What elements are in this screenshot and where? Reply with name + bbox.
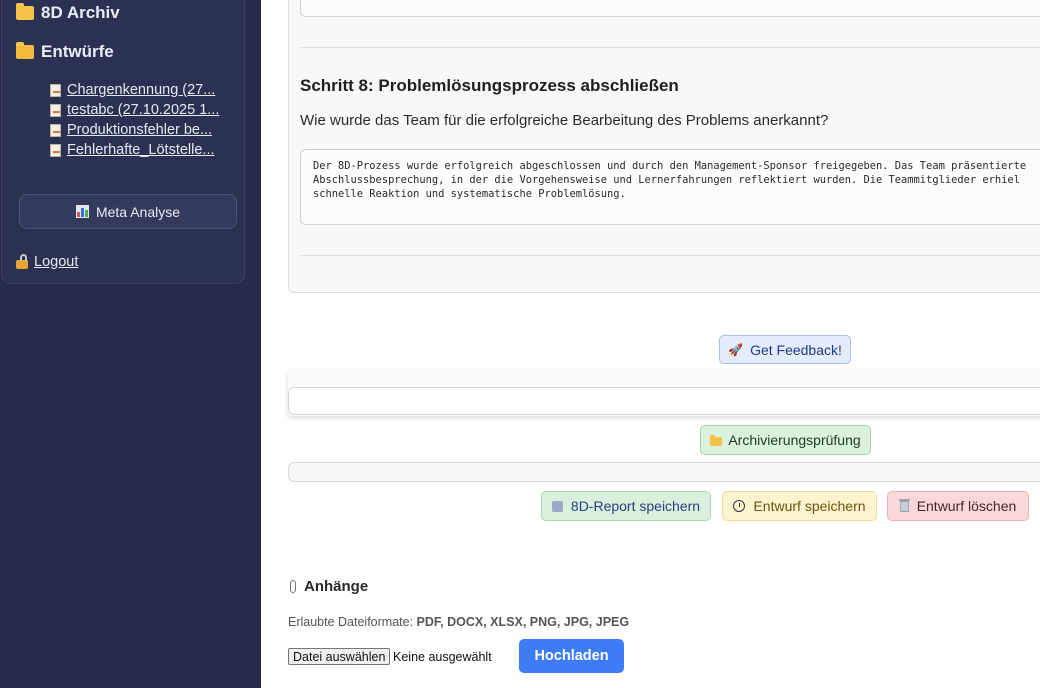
logout-link[interactable]: Logout [16,254,78,270]
draft-link[interactable]: testabc (27.10.2025 1... [50,100,219,120]
divider [300,255,1040,256]
draft-link-label: testabc (27.10.2025 1... [67,102,220,118]
document-icon [50,143,61,157]
delete-draft-label: Entwurf löschen [916,498,1017,514]
draft-link[interactable]: Fehlerhafte_Lötstelle... [50,140,219,160]
allowed-formats: Erlaubte Dateiformate: PDF, DOCX, XLSX, … [288,615,629,629]
open-folder-icon [16,42,34,59]
draft-link-label: Fehlerhafte_Lötstelle... [67,142,215,158]
save-icon [551,500,563,512]
draft-link[interactable]: Chargenkennung (27... [50,80,219,100]
previous-answer-box[interactable] [300,0,1040,17]
choose-file-button[interactable]: Datei auswählen [288,648,391,665]
attachments-title: Anhänge [304,578,369,595]
document-icon [50,123,61,137]
sidebar-item-archive[interactable]: 8D Archiv [16,3,120,23]
document-icon [50,103,61,117]
answer-textarea[interactable]: Der 8D-Prozess wurde erfolgreich abgesch… [300,149,1040,225]
archive-check-output [288,462,1040,482]
save-draft-button[interactable]: Entwurf speichern [722,491,877,521]
trash-icon [898,498,910,512]
upload-button[interactable]: Hochladen [519,639,624,673]
document-icon [50,83,61,97]
formats-list: PDF, DOCX, XLSX, PNG, JPG, JPEG [416,615,630,629]
folder-icon [710,434,723,446]
get-feedback-label: Get Feedback! [750,341,842,358]
draft-link-label: Chargenkennung (27... [67,82,216,98]
step-question: Wie wurde das Team für die erfolgreiche … [300,112,829,129]
file-status: Keine ausgewählt [393,650,492,664]
archive-check-label: Archivierungsprüfung [728,432,861,448]
draft-link-label: Produktionsfehler be... [67,122,213,138]
save-draft-label: Entwurf speichern [753,498,866,514]
meta-analysis-button[interactable]: Meta Analyse [19,194,237,229]
attachments-heading: Anhänge [290,578,368,595]
logout-label: Logout [34,254,79,270]
delete-draft-button[interactable]: Entwurf löschen [887,491,1029,521]
bar-chart-icon [75,205,89,218]
step-title: Schritt 8: Problemlösungsprozess abschli… [300,76,679,95]
sidebar-item-label: Entwürfe [41,42,114,61]
save-report-button[interactable]: 8D-Report speichern [541,491,711,521]
get-feedback-button[interactable]: 🚀 Get Feedback! [719,335,851,364]
divider [300,47,1040,48]
folder-icon [16,3,34,20]
save-report-label: 8D-Report speichern [570,498,701,514]
meta-analysis-label: Meta Analyse [95,203,181,220]
sidebar-item-drafts[interactable]: Entwürfe [16,42,114,62]
feedback-output-box [288,387,1040,415]
paperclip-icon [290,580,296,593]
archive-check-button[interactable]: Archivierungsprüfung [700,425,871,455]
rocket-icon: 🚀 [728,342,744,357]
step-card [288,0,1040,293]
sidebar-item-label: 8D Archiv [41,3,120,22]
draft-list: Chargenkennung (27... testabc (27.10.202… [50,80,219,160]
clock-icon [733,500,746,512]
draft-link[interactable]: Produktionsfehler be... [50,120,219,140]
unlock-icon [16,254,28,269]
formats-prefix: Erlaubte Dateiformate: [288,615,414,629]
